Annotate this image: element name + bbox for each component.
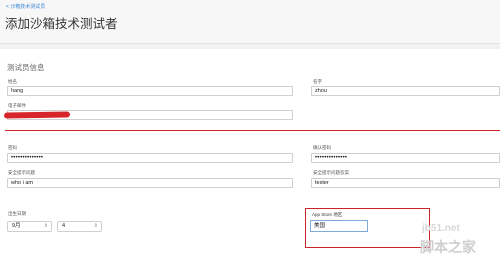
password-label: 密码 [8,145,17,150]
security-question-label: 安全提示问题 [8,170,35,175]
birth-month-value: 9月 [12,223,21,229]
chevron-updown-icon: ⇕ [43,223,48,229]
watermark-site: jb51.net [422,223,460,234]
page-title: 添加沙箱技术测试者 [5,17,118,31]
birth-month-select[interactable]: 9月 ⇕ [7,221,52,232]
watermark-name: 脚本之家 [420,239,476,255]
email-label: 电子邮件 [8,103,26,108]
security-answer-label: 安全提示问题答案 [313,170,349,175]
app-store-region-label: App Store 地区 [312,212,343,217]
birth-date-label: 出生日期 [8,211,26,216]
section-title: 测试员信息 [7,63,45,72]
confirm-password-label: 确认密码 [313,145,331,150]
first-name-label: 名字 [313,79,322,84]
app-store-region-select[interactable]: 美国 [310,220,368,232]
last-name-field[interactable]: hang [7,86,293,96]
highlight-divider [5,130,500,131]
last-name-label: 姓名 [8,79,17,84]
back-link[interactable]: < 沙箱技术测试员 [6,3,45,10]
chevron-updown-icon: ⇕ [93,223,98,229]
birth-day-select[interactable]: 4 ⇕ [57,221,102,232]
birth-day-value: 4 [62,223,66,229]
confirm-password-field[interactable]: •••••••••••••• [311,153,500,163]
security-question-field[interactable]: who i am [7,178,293,188]
password-field[interactable]: •••••••••••••• [7,153,293,163]
first-name-field[interactable]: zhou [311,86,500,96]
redaction-scribble [3,111,71,119]
security-answer-field[interactable]: tester [311,178,500,188]
